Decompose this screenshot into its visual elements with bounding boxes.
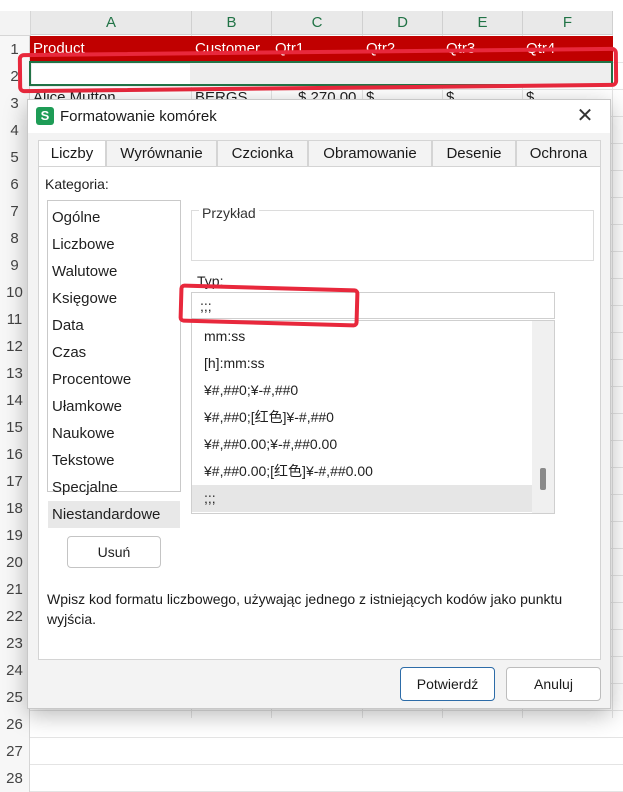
column-header-e[interactable]: E	[443, 11, 523, 35]
gridline	[30, 764, 623, 765]
row-header[interactable]: 10	[0, 279, 30, 306]
delete-button[interactable]: Usuń	[67, 536, 161, 568]
app-logo-icon: S	[36, 107, 54, 125]
annotation-highlight-row	[17, 46, 619, 94]
row-header[interactable]: 13	[0, 360, 30, 387]
confirm-button[interactable]: Potwierdź	[400, 667, 495, 701]
tab-czcionka[interactable]: Czcionka	[217, 140, 308, 166]
format-item[interactable]: ¥#,##0.00;[红色]¥-#,##0.00	[192, 458, 534, 485]
close-icon[interactable]: ✕	[574, 104, 596, 128]
row-header[interactable]: 4	[0, 117, 30, 144]
number-tab-panel: Kategoria: Ogólne Liczbowe Walutowe Księgow…	[38, 166, 601, 660]
format-item[interactable]: ¥#,##0;¥-#,##0	[192, 377, 534, 404]
category-item[interactable]: Walutowe	[48, 258, 180, 285]
row-header[interactable]: 27	[0, 738, 30, 765]
row-header[interactable]: 5	[0, 144, 30, 171]
format-item[interactable]: ¥#,##0.00;¥-#,##0.00	[192, 431, 534, 458]
row-header[interactable]: 22	[0, 603, 30, 630]
gridline	[30, 710, 623, 711]
tab-bar: Liczby Wyrównanie Czcionka Obramowanie D…	[38, 140, 601, 168]
row-header[interactable]: 9	[0, 252, 30, 279]
row-header[interactable]: 28	[0, 765, 30, 792]
tab-ochrona[interactable]: Ochrona	[516, 140, 601, 166]
category-item[interactable]: Czas	[48, 339, 180, 366]
sample-label: Przykład	[199, 205, 259, 221]
format-item[interactable]: ;;;	[192, 485, 534, 512]
tab-obramowanie[interactable]: Obramowanie	[308, 140, 432, 166]
dialog-titlebar[interactable]: S Formatowanie komórek ✕	[28, 100, 610, 133]
tab-desenie[interactable]: Desenie	[432, 140, 516, 166]
row-header[interactable]: 20	[0, 549, 30, 576]
row-header[interactable]: 16	[0, 441, 30, 468]
cancel-button[interactable]: Anuluj	[506, 667, 601, 701]
row-header[interactable]: 11	[0, 306, 30, 333]
category-list[interactable]: Ogólne Liczbowe Walutowe Księgowe Data Czas Pr…	[47, 200, 181, 528]
column-header-a[interactable]: A	[31, 11, 192, 35]
row-header[interactable]: 24	[0, 657, 30, 684]
scrollbar-thumb[interactable]	[540, 468, 546, 490]
column-header-c[interactable]: C	[272, 11, 363, 35]
column-header-d[interactable]: D	[363, 11, 443, 35]
row-header[interactable]: 3	[0, 90, 30, 117]
hint-text: Wpisz kod formatu liczbowego, używając j…	[47, 591, 563, 627]
tab-wyrownanie[interactable]: Wyrównanie	[106, 140, 217, 166]
row-header[interactable]: 12	[0, 333, 30, 360]
row-header[interactable]: 15	[0, 414, 30, 441]
row-header[interactable]: 19	[0, 522, 30, 549]
category-item[interactable]: Księgowe	[48, 285, 180, 312]
column-header-b[interactable]: B	[192, 11, 272, 35]
category-item[interactable]: Naukowe	[48, 420, 180, 447]
annotation-highlight-type	[178, 283, 360, 328]
row-header[interactable]: 26	[0, 711, 30, 738]
category-item[interactable]: Specjalne	[48, 474, 180, 501]
tab-liczby[interactable]: Liczby	[38, 140, 106, 168]
column-header-f[interactable]: F	[523, 11, 613, 35]
row-header[interactable]: 7	[0, 198, 30, 225]
gridline	[612, 35, 613, 718]
category-item[interactable]: Data	[48, 312, 180, 339]
dialog-title: Formatowanie komórek	[60, 108, 217, 125]
category-item[interactable]: Ogólne	[48, 204, 180, 231]
format-item[interactable]: ¥#,##0;[红色]¥-#,##0	[192, 404, 534, 431]
category-label: Kategoria:	[45, 176, 109, 192]
format-cells-dialog: S Formatowanie komórek ✕ Liczby Wyrównan…	[27, 99, 611, 709]
row-header[interactable]: 25	[0, 684, 30, 711]
category-item[interactable]: Tekstowe	[48, 447, 180, 474]
row-header[interactable]: 17	[0, 468, 30, 495]
row-header[interactable]: 18	[0, 495, 30, 522]
row-header[interactable]: 21	[0, 576, 30, 603]
category-item[interactable]: Procentowe	[48, 366, 180, 393]
row-header[interactable]: 6	[0, 171, 30, 198]
category-item[interactable]: Ułamkowe	[48, 393, 180, 420]
format-item[interactable]: mm:ss	[192, 323, 534, 350]
row-header[interactable]: 23	[0, 630, 30, 657]
category-item[interactable]: Niestandardowe	[48, 501, 180, 528]
format-code-list[interactable]: ;;; ¥#,##0.00;[红色]¥-#,##0.00 ¥#,##0.00;¥-#…	[191, 320, 555, 514]
select-all-corner[interactable]	[0, 11, 31, 36]
row-header[interactable]: 8	[0, 225, 30, 252]
gridline	[30, 737, 623, 738]
format-item[interactable]: [h]:mm:ss	[192, 350, 534, 377]
row-header[interactable]: 14	[0, 387, 30, 414]
category-item[interactable]: Liczbowe	[48, 231, 180, 258]
format-list-scrollbar[interactable]	[532, 321, 554, 513]
